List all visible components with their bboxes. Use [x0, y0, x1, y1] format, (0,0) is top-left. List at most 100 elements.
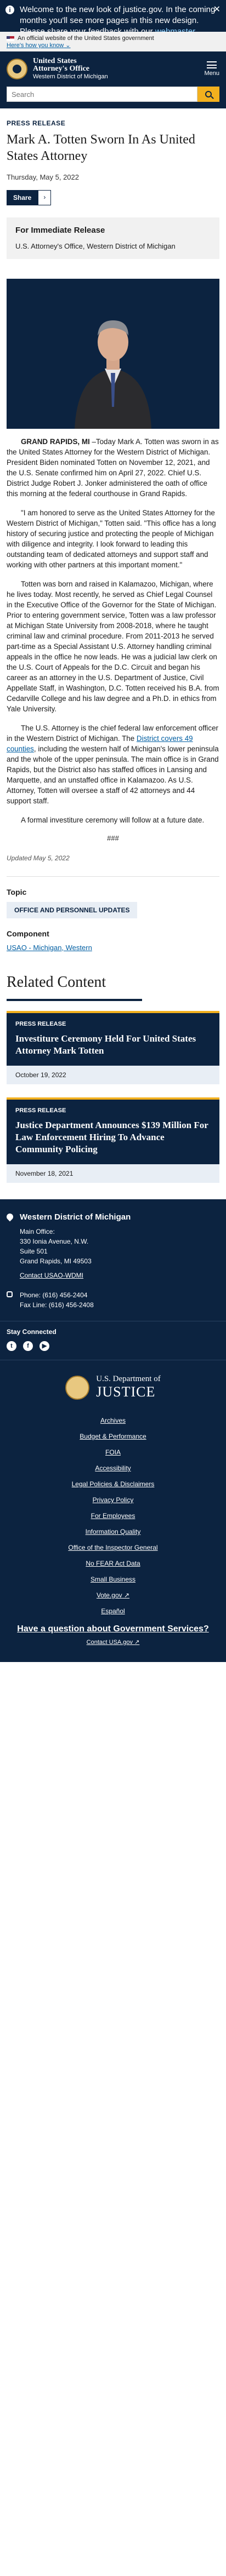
hamburger-icon [207, 61, 217, 68]
portrait-figure [58, 292, 168, 429]
office-footer: Western District of Michigan Main Office… [0, 1199, 226, 1321]
alert-tail: . [195, 27, 197, 32]
government-services-link[interactable]: Have a question about Government Service… [17, 1624, 208, 1634]
footer-link-archives[interactable]: Archives [100, 1417, 126, 1424]
topic-tag[interactable]: OFFICE AND PERSONNEL UPDATES [7, 902, 138, 918]
brand-line1b: Attorney's Office [33, 65, 90, 73]
page-eyebrow: PRESS RELEASE [7, 119, 66, 127]
release-info-box: For Immediate Release U.S. Attorney's Of… [7, 217, 219, 259]
address-line-3: Grand Rapids, MI 49503 [20, 1257, 92, 1265]
site-alert: i Welcome to the new look of justice.gov… [0, 0, 226, 32]
info-icon: i [5, 5, 14, 14]
footer-link-privacy[interactable]: Privacy Policy [93, 1496, 134, 1504]
location-pin-icon [5, 1212, 15, 1222]
component-label: Component [7, 929, 49, 938]
contact-usa-gov-link[interactable]: Contact USA.gov ↗ [87, 1639, 140, 1646]
footer-links: Archives Budget & Performance FOIA Acces… [0, 1417, 226, 1615]
related-card[interactable]: PRESS RELEASE Justice Department Announc… [7, 1097, 219, 1183]
stay-connected: Stay Connected t f ▶ [0, 1321, 226, 1360]
footer-link-small-business[interactable]: Small Business [91, 1576, 135, 1583]
phone-number: Phone: (616) 456-2404 [20, 1291, 88, 1299]
share-label: Share [7, 190, 38, 205]
office-logo-link[interactable]: United States Attorney's Office Western … [7, 58, 108, 81]
office-title: Western District of Michigan [20, 1212, 131, 1222]
doj-logo-link[interactable]: U.S. Department of JUSTICE [65, 1375, 161, 1400]
external-link-icon: ↗ [124, 1591, 130, 1599]
address-line-1: 330 Ionia Avenue, N.W. [20, 1238, 89, 1245]
close-icon[interactable]: ✕ [213, 4, 221, 15]
search-input[interactable] [7, 87, 197, 102]
external-link-icon: ↗ [134, 1639, 140, 1646]
footer-link-employees[interactable]: For Employees [91, 1512, 135, 1520]
brand-line2: Western District of Michigan [33, 73, 108, 80]
paragraph-5: A formal investiture ceremony will follo… [21, 816, 205, 824]
gov-banner-text: An official website of the United States… [18, 35, 154, 42]
doj-seal-icon [65, 1375, 90, 1400]
facebook-icon[interactable]: f [23, 1341, 33, 1351]
contact-usa-label: Contact USA.gov [86, 1639, 133, 1646]
search-icon [205, 91, 212, 97]
card-title[interactable]: Investiture Ceremony Held For United Sta… [15, 1033, 211, 1057]
doj-line2: JUSTICE [96, 1384, 156, 1400]
card-eyebrow: PRESS RELEASE [15, 1021, 66, 1027]
menu-label: Menu [204, 70, 219, 77]
how-you-know-link[interactable]: Here's how you know ⌄ [7, 42, 219, 49]
footer-link-info-quality[interactable]: Information Quality [86, 1528, 141, 1536]
paragraph-3: Totten was born and raised in Kalamazoo,… [7, 580, 219, 713]
government-services-question: Have a question about Government Service… [0, 1623, 226, 1635]
footer-link-vote[interactable]: Vote.gov ↗ [97, 1591, 129, 1599]
us-flag-icon [7, 36, 14, 41]
vote-label: Vote.gov [96, 1591, 122, 1599]
main-content: PRESS RELEASE Mark A. Totten Sworn In As… [0, 119, 226, 952]
article-body: GRAND RAPIDS, MI –Today Mark A. Totten w… [7, 436, 219, 825]
paragraph-4b: , including the western half of Michigan… [7, 745, 219, 805]
youtube-icon[interactable]: ▶ [39, 1341, 49, 1351]
search-bar [0, 87, 226, 108]
twitter-icon[interactable]: t [7, 1341, 16, 1351]
webmaster-link[interactable]: webmaster [155, 27, 195, 32]
card-date: October 19, 2022 [15, 1071, 66, 1079]
topic-label: Topic [7, 888, 27, 896]
chevron-right-icon: › [38, 190, 52, 205]
footer-link-foia[interactable]: FOIA [105, 1448, 121, 1456]
doj-seal-icon [7, 59, 27, 79]
gov-banner: An official website of the United States… [0, 32, 226, 51]
address-line-2: Suite 501 [20, 1247, 48, 1255]
search-button[interactable] [197, 87, 219, 102]
card-eyebrow: PRESS RELEASE [15, 1107, 66, 1114]
footer-link-oig[interactable]: Office of the Inspector General [68, 1544, 157, 1551]
card-title[interactable]: Justice Department Announces $139 Millio… [15, 1119, 211, 1155]
component-link[interactable]: USAO - Michigan, Western [7, 944, 219, 952]
release-date: Thursday, May 5, 2022 [7, 173, 79, 181]
related-card[interactable]: PRESS RELEASE Investiture Ceremony Held … [7, 1011, 219, 1084]
related-content-heading: Related Content [7, 974, 143, 1001]
site-header: United States Attorney's Office Western … [0, 51, 226, 87]
paragraph-1: –Today Mark A. Totten was sworn in as th… [7, 438, 219, 498]
updated-date: Updated May 5, 2022 [7, 854, 70, 862]
page-title: Mark A. Totten Sworn In As United States… [7, 133, 195, 163]
footer-link-budget[interactable]: Budget & Performance [80, 1433, 146, 1440]
portrait-photo [7, 279, 219, 429]
end-marker: ### [107, 834, 119, 842]
stay-connected-title: Stay Connected [7, 1328, 56, 1336]
phone-icon [7, 1291, 13, 1297]
share-button[interactable]: Share › [7, 190, 52, 205]
footer-link-espanol[interactable]: Español [101, 1607, 125, 1615]
brand-line1: United States [33, 57, 77, 65]
footer-link-accessibility[interactable]: Accessibility [95, 1464, 131, 1472]
how-you-know-label: Here's how you know [7, 42, 64, 49]
dateline: GRAND RAPIDS, MI [21, 438, 90, 446]
card-date: November 18, 2021 [15, 1170, 74, 1177]
main-office-label: Main Office: [20, 1228, 55, 1235]
doj-footer: U.S. Department of JUSTICE Archives Budg… [0, 1360, 226, 1662]
fax-number: Fax Line: (616) 456-2408 [20, 1301, 94, 1309]
contact-office-link[interactable]: Contact USAO-WDMI [20, 1272, 83, 1279]
release-office: U.S. Attorney's Office, Western District… [15, 242, 176, 250]
paragraph-2: "I am honored to serve as the United Sta… [7, 509, 216, 569]
divider [7, 876, 219, 877]
release-head: For Immediate Release [15, 226, 105, 235]
doj-line1: U.S. Department of [96, 1375, 161, 1383]
footer-link-no-fear[interactable]: No FEAR Act Data [86, 1560, 140, 1567]
menu-button[interactable]: Menu [204, 61, 219, 77]
footer-link-legal-policies[interactable]: Legal Policies & Disclaimers [72, 1480, 155, 1488]
